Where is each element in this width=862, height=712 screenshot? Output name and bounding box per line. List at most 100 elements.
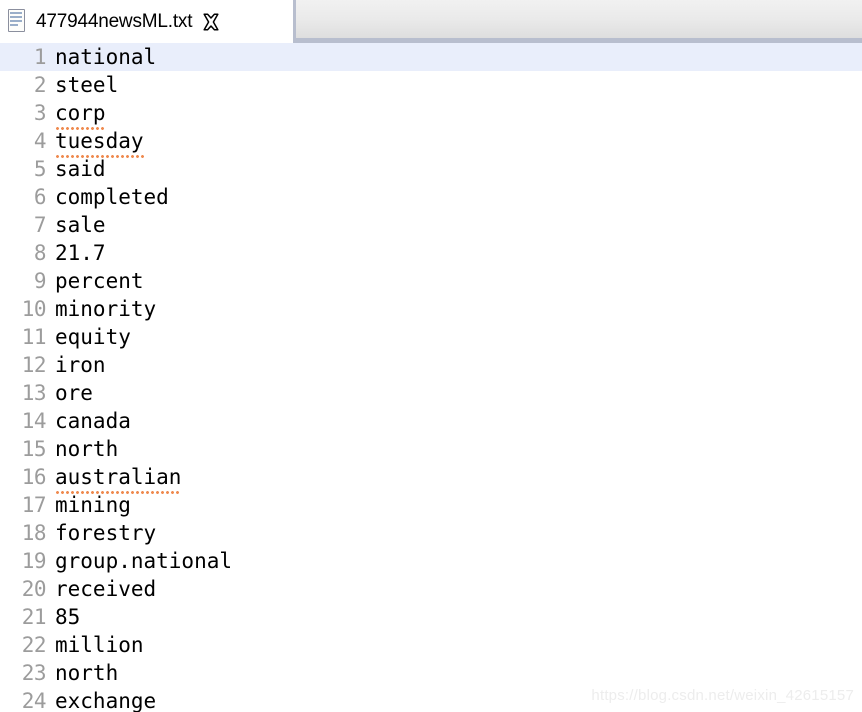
editor-line[interactable]: 4 tuesday bbox=[0, 127, 862, 158]
line-number: 22 bbox=[21, 633, 47, 657]
word: received bbox=[55, 577, 157, 601]
line-text[interactable]: ore bbox=[50, 379, 862, 407]
editor-line[interactable]: 12 iron bbox=[0, 351, 862, 379]
word: 85 bbox=[55, 605, 81, 629]
editor-line[interactable]: 15 north bbox=[0, 435, 862, 463]
line-number: 7 bbox=[33, 213, 47, 237]
line-number: 5 bbox=[33, 157, 47, 181]
editor-window: 477944newsML.txt 1 national 2 steel 3 corp 4 tu… bbox=[0, 0, 862, 712]
word: mining bbox=[55, 493, 131, 517]
line-text[interactable]: tuesday bbox=[50, 127, 862, 158]
line-number: 13 bbox=[21, 381, 47, 405]
line-text[interactable]: equity bbox=[50, 323, 862, 351]
word: percent bbox=[55, 269, 144, 293]
word: north bbox=[55, 661, 119, 685]
editor-line[interactable]: 10 minority bbox=[0, 295, 862, 323]
line-text[interactable]: 85 bbox=[50, 603, 862, 631]
line-text[interactable]: received bbox=[50, 575, 862, 603]
line-number: 12 bbox=[21, 353, 47, 377]
line-text[interactable]: national bbox=[50, 43, 862, 71]
word: equity bbox=[55, 325, 131, 349]
word: sale bbox=[55, 213, 106, 237]
tab-bar: 477944newsML.txt bbox=[0, 0, 862, 43]
line-text[interactable]: steel bbox=[50, 71, 862, 99]
line-text[interactable]: minority bbox=[50, 295, 862, 323]
editor-line[interactable]: 6 completed bbox=[0, 183, 862, 211]
editor-line[interactable]: 7 sale bbox=[0, 211, 862, 239]
line-text[interactable]: canada bbox=[50, 407, 862, 435]
line-text[interactable]: sale bbox=[50, 211, 862, 239]
editor-line[interactable]: 1 national bbox=[0, 43, 862, 71]
word: steel bbox=[55, 73, 119, 97]
line-text[interactable]: forestry bbox=[50, 519, 862, 547]
editor-line[interactable]: 8 21.7 bbox=[0, 239, 862, 267]
line-text[interactable]: million bbox=[50, 631, 862, 659]
editor-line[interactable]: 11 equity bbox=[0, 323, 862, 351]
line-number: 10 bbox=[21, 297, 47, 321]
misspelled-word: tuesday bbox=[55, 129, 144, 158]
editor-line[interactable]: 22 million bbox=[0, 631, 862, 659]
word: 21.7 bbox=[55, 241, 106, 265]
line-number: 16 bbox=[21, 465, 47, 489]
misspelled-word: corp bbox=[55, 101, 106, 130]
line-number: 17 bbox=[21, 493, 47, 517]
line-number: 2 bbox=[33, 73, 47, 97]
line-number: 15 bbox=[21, 437, 47, 461]
line-text[interactable]: group.national bbox=[50, 547, 862, 575]
editor-line[interactable]: 13 ore bbox=[0, 379, 862, 407]
line-number: 18 bbox=[21, 521, 47, 545]
line-number: 11 bbox=[21, 325, 47, 349]
word: said bbox=[55, 157, 106, 181]
word: forestry bbox=[55, 521, 157, 545]
word: canada bbox=[55, 409, 131, 433]
code-editor[interactable]: 1 national 2 steel 3 corp 4 tuesday 5 said 6 comple… bbox=[0, 43, 862, 712]
editor-line[interactable]: 20 received bbox=[0, 575, 862, 603]
line-text[interactable]: percent bbox=[50, 267, 862, 295]
line-number: 3 bbox=[33, 101, 47, 125]
editor-line[interactable]: 5 said bbox=[0, 155, 862, 183]
text-file-icon bbox=[6, 8, 28, 34]
word: iron bbox=[55, 353, 106, 377]
tab-title: 477944newsML.txt bbox=[36, 10, 193, 32]
word: exchange bbox=[55, 689, 157, 712]
line-text[interactable]: corp bbox=[50, 99, 862, 130]
line-text[interactable]: completed bbox=[50, 183, 862, 211]
tab-477944newsml-txt[interactable]: 477944newsML.txt bbox=[0, 0, 296, 43]
line-text[interactable]: said bbox=[50, 155, 862, 183]
word: completed bbox=[55, 185, 169, 209]
line-text[interactable]: north bbox=[50, 435, 862, 463]
editor-line[interactable]: 17 mining bbox=[0, 491, 862, 519]
editor-line[interactable]: 14 canada bbox=[0, 407, 862, 435]
editor-line[interactable]: 19 group.national bbox=[0, 547, 862, 575]
line-number: 9 bbox=[33, 269, 47, 293]
word: million bbox=[55, 633, 144, 657]
line-number: 1 bbox=[33, 45, 47, 69]
word: north bbox=[55, 437, 119, 461]
watermark: https://blog.csdn.net/weixin_42615157 bbox=[591, 687, 854, 704]
misspelled-word: australian bbox=[55, 465, 182, 494]
line-number: 21 bbox=[21, 605, 47, 629]
line-number: 14 bbox=[21, 409, 47, 433]
line-text[interactable]: australian bbox=[50, 463, 862, 494]
line-number: 23 bbox=[21, 661, 47, 685]
word: minority bbox=[55, 297, 157, 321]
editor-line[interactable]: 2 steel bbox=[0, 71, 862, 99]
editor-line[interactable]: 9 percent bbox=[0, 267, 862, 295]
line-text[interactable]: north bbox=[50, 659, 862, 687]
editor-line[interactable]: 23 north bbox=[0, 659, 862, 687]
editor-line[interactable]: 16 australian bbox=[0, 463, 862, 494]
close-icon[interactable] bbox=[201, 12, 221, 32]
editor-line[interactable]: 21 85 bbox=[0, 603, 862, 631]
line-number: 20 bbox=[21, 577, 47, 601]
editor-line[interactable]: 3 corp bbox=[0, 99, 862, 130]
word: group.national bbox=[55, 549, 233, 573]
editor-lines: 1 national 2 steel 3 corp 4 tuesday 5 said 6 comple… bbox=[0, 43, 862, 712]
word: ore bbox=[55, 381, 93, 405]
line-text[interactable]: iron bbox=[50, 351, 862, 379]
line-text[interactable]: 21.7 bbox=[50, 239, 862, 267]
line-number: 19 bbox=[21, 549, 47, 573]
line-number: 24 bbox=[21, 689, 47, 712]
line-number: 4 bbox=[33, 129, 47, 153]
editor-line[interactable]: 18 forestry bbox=[0, 519, 862, 547]
line-text[interactable]: mining bbox=[50, 491, 862, 519]
